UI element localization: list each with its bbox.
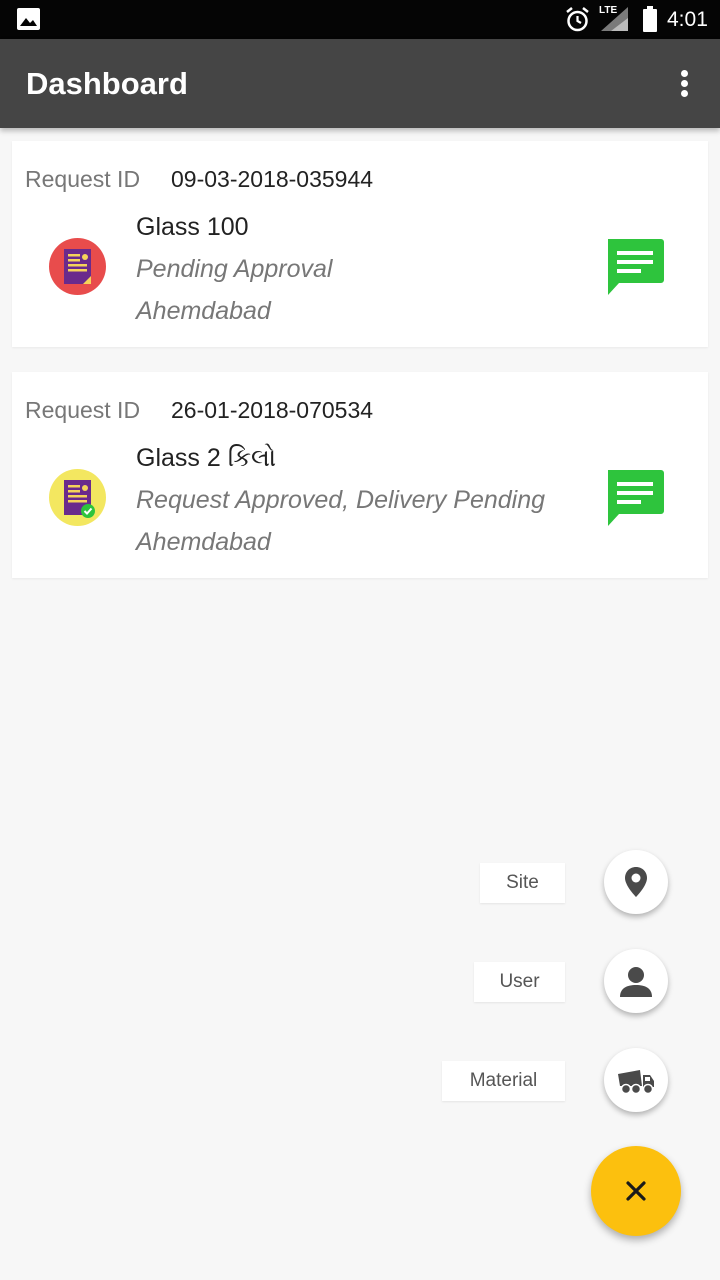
message-icon[interactable]	[606, 239, 664, 297]
fab-close-button[interactable]	[591, 1146, 681, 1236]
fab-label-user[interactable]: User	[474, 962, 565, 1002]
app-bar: Dashboard	[0, 39, 720, 128]
alarm-icon	[566, 7, 589, 32]
fab-label-material[interactable]: Material	[442, 1061, 565, 1101]
fab-user-button[interactable]	[604, 949, 668, 1013]
request-id-label: Request ID	[25, 166, 141, 192]
dump-truck-icon	[618, 1070, 654, 1095]
close-icon	[626, 1181, 646, 1201]
request-location: Ahemdabad	[136, 297, 271, 325]
message-icon[interactable]	[606, 470, 664, 528]
request-id-value: 09-03-2018-035944	[171, 166, 374, 192]
request-status: Request Approved, Delivery Pending	[136, 486, 546, 514]
approved-document-icon	[49, 469, 106, 526]
request-status: Pending Approval	[136, 255, 333, 283]
request-card[interactable]: Request ID 09-03-2018-035944 Glass 100 P…	[12, 141, 708, 347]
fab-label-site[interactable]: Site	[480, 863, 565, 903]
request-id-label: Request ID	[25, 397, 141, 423]
request-id-value: 26-01-2018-070534	[171, 397, 374, 423]
page-title: Dashboard	[26, 66, 188, 101]
location-pin-icon	[625, 867, 647, 897]
status-bar: LTE 4:01	[0, 0, 720, 39]
fab-material-button[interactable]	[604, 1048, 668, 1112]
gallery-icon	[17, 8, 40, 30]
status-clock: 4:01	[667, 8, 708, 31]
request-card[interactable]: Request ID 26-01-2018-070534 Glass 2 કિલ…	[12, 372, 708, 578]
fab-site-button[interactable]	[604, 850, 668, 914]
more-vert-icon[interactable]	[672, 67, 696, 101]
network-type-label: LTE	[599, 5, 618, 16]
item-name: Glass 2 કિલો	[136, 444, 277, 472]
request-location: Ahemdabad	[136, 528, 271, 556]
person-icon	[620, 967, 652, 997]
battery-icon	[643, 6, 657, 32]
item-name: Glass 100	[136, 213, 249, 241]
pending-document-icon	[49, 238, 106, 295]
